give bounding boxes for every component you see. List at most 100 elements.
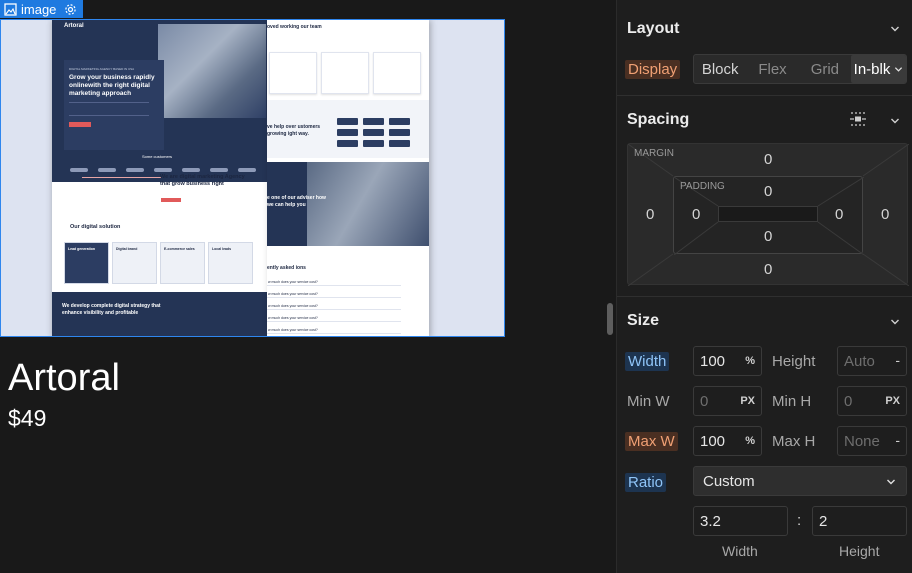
ratio-label: Ratio — [625, 473, 667, 492]
preview-customers-title: ve help over ustomers growing ight way. — [267, 124, 321, 137]
spacing-section-title[interactable]: Spacing — [627, 111, 689, 129]
section-divider — [617, 296, 912, 297]
preview-agency-text — [82, 177, 162, 205]
preview-left-column: Artoral DIGITAL MARKETING AGENCY BASED I… — [52, 20, 267, 336]
width-label: Width — [625, 352, 670, 371]
preview-testimonial-card — [269, 52, 317, 94]
chevron-down-icon[interactable] — [894, 65, 903, 74]
margin-right-value[interactable]: 0 — [881, 206, 889, 223]
selection-tag[interactable]: image — [0, 0, 84, 18]
preview-customer-logo — [98, 168, 116, 172]
preview-agency-button — [161, 198, 181, 202]
preview-hero-kicker: DIGITAL MARKETING AGENCY BASED IN USA — [69, 67, 135, 71]
ratio-width-value: 3.2 — [700, 513, 721, 530]
max-height-label: Max H — [772, 433, 816, 450]
selection-tag-label: image — [21, 1, 57, 17]
preview-customer-logo — [126, 168, 144, 172]
max-height-value: None — [844, 433, 880, 450]
min-height-unit[interactable]: PX — [885, 395, 900, 407]
ratio-select-value: Custom — [703, 473, 755, 490]
preview-customer-logo — [182, 168, 200, 172]
max-width-input[interactable]: 100 % — [693, 426, 762, 456]
height-label: Height — [772, 353, 816, 370]
preview-customer-chip — [389, 129, 410, 136]
max-width-value: 100 — [700, 433, 726, 450]
preview-solution-card: Digital brand — [112, 242, 157, 284]
min-width-input[interactable]: 0 PX — [693, 386, 762, 416]
preview-customer-chip — [337, 129, 358, 136]
margin-left-value[interactable]: 0 — [646, 206, 654, 223]
selected-image-frame[interactable]: Artoral DIGITAL MARKETING AGENCY BASED I… — [0, 19, 505, 337]
preview-customer-chip — [337, 140, 358, 147]
max-width-label: Max W — [625, 432, 678, 451]
height-value: Auto — [844, 353, 875, 370]
preview-customer-chip — [389, 118, 410, 125]
preview-solution-card: Lead generation — [64, 242, 109, 284]
chevron-down-icon[interactable] — [886, 477, 896, 487]
margin-label: MARGIN — [634, 148, 674, 159]
canvas-scrollbar[interactable] — [607, 303, 613, 335]
ratio-select[interactable]: Custom — [693, 466, 907, 496]
display-option-inline-block-label: In-blk — [853, 60, 891, 78]
preview-customer-chip — [363, 140, 384, 147]
width-unit[interactable]: % — [745, 355, 755, 367]
preview-faq-item: w much does your service cost? — [267, 326, 401, 334]
chevron-down-icon[interactable] — [890, 317, 900, 327]
padding-left-value[interactable]: 0 — [692, 206, 700, 223]
preview-team-title: oved working our team — [267, 24, 322, 30]
preview-customer-chip — [363, 129, 384, 136]
display-segmented-control[interactable]: Block Flex Grid In-blk — [693, 54, 907, 84]
preview-customer-logo — [210, 168, 228, 172]
max-height-unit[interactable]: - — [895, 432, 900, 448]
preview-right-column: oved working our team ve help over ustom… — [267, 20, 429, 336]
chevron-down-icon[interactable] — [890, 24, 900, 34]
preview-testimonial-card — [373, 52, 421, 94]
canvas[interactable]: Artoral DIGITAL MARKETING AGENCY BASED I… — [0, 0, 604, 573]
product-price: $49 — [8, 405, 47, 431]
margin-bottom-value[interactable]: 0 — [764, 261, 772, 278]
preview-faq-title: ently asked ions — [267, 265, 306, 271]
preview-customer-chip — [363, 118, 384, 125]
padding-top-value[interactable]: 0 — [764, 183, 772, 200]
ratio-width-input[interactable]: 3.2 — [693, 506, 788, 536]
preview-hero-paragraph — [69, 102, 149, 116]
margin-top-value[interactable]: 0 — [764, 151, 772, 168]
preview-solution-card: E-commerce sales — [160, 242, 205, 284]
preview-faq-item: w much does your service cost? — [267, 278, 401, 286]
style-panel: Layout Display Block Flex Grid In-blk Sp… — [616, 0, 912, 573]
app: Artoral DIGITAL MARKETING AGENCY BASED I… — [0, 0, 912, 573]
ratio-width-label: Width — [722, 543, 758, 559]
max-height-input[interactable]: None - — [837, 426, 907, 456]
display-option-grid[interactable]: Grid — [799, 55, 851, 83]
preview-solution-title: Our digital solution — [70, 224, 121, 230]
ratio-height-input[interactable]: 2 — [812, 506, 907, 536]
padding-right-value[interactable]: 0 — [835, 206, 843, 223]
layout-section-title[interactable]: Layout — [627, 20, 679, 38]
padding-bottom-value[interactable]: 0 — [764, 228, 772, 245]
min-width-unit[interactable]: PX — [740, 395, 755, 407]
preview-customer-logo — [154, 168, 172, 172]
width-value: 100 — [700, 353, 726, 370]
width-input[interactable]: 100 % — [693, 346, 762, 376]
display-option-block[interactable]: Block — [694, 55, 746, 83]
display-option-inline-block[interactable]: In-blk — [851, 55, 906, 83]
height-unit[interactable]: - — [895, 352, 900, 368]
gear-icon[interactable] — [64, 3, 77, 16]
preview-hero-button — [69, 122, 91, 127]
box-model-editor: MARGIN 0 0 0 0 PADDING 0 0 0 0 — [627, 143, 909, 286]
preview-hero-photo — [158, 24, 266, 118]
display-label: Display — [625, 60, 681, 79]
chevron-down-icon[interactable] — [890, 116, 900, 126]
spacing-mode-icon[interactable] — [849, 111, 867, 127]
min-height-input[interactable]: 0 PX — [837, 386, 907, 416]
preview-adviser-title: e one of our adviser how we can help you — [267, 195, 326, 208]
preview-agency-title: We are digital marketing Agency that gro… — [160, 174, 245, 187]
preview-customer-logo — [70, 168, 88, 172]
height-input[interactable]: Auto - — [837, 346, 907, 376]
preview-faq-item: w much does your service cost? — [267, 302, 401, 310]
size-section-title[interactable]: Size — [627, 312, 659, 330]
display-option-flex[interactable]: Flex — [746, 55, 798, 83]
preview-customer-chip — [389, 140, 410, 147]
max-width-unit[interactable]: % — [745, 435, 755, 447]
section-divider — [617, 95, 912, 96]
